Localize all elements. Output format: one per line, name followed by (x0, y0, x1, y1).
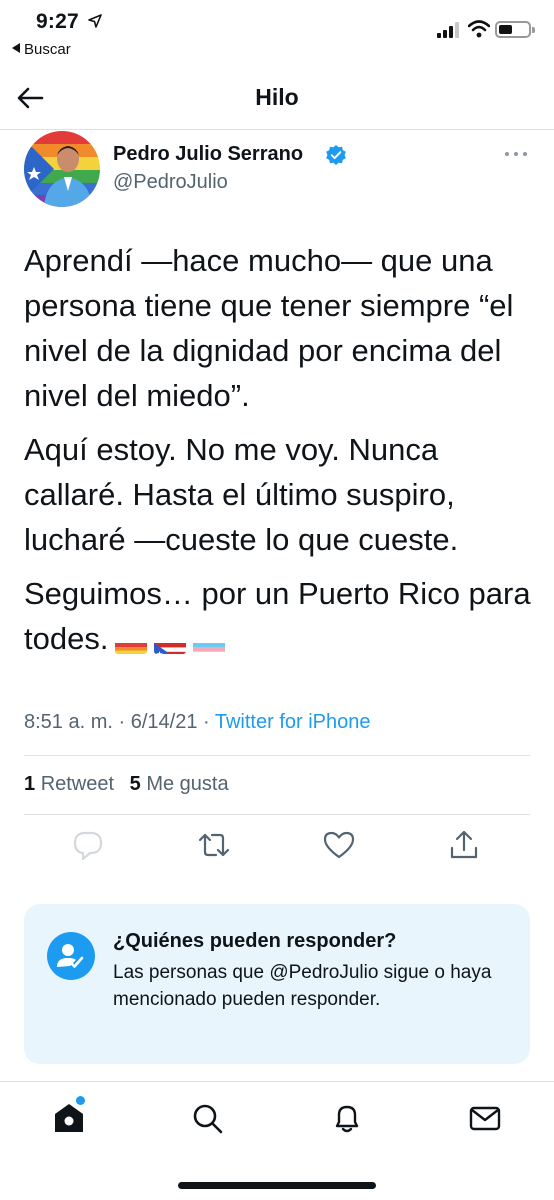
puerto-rico-flag-icon (154, 632, 187, 654)
notifications-icon[interactable] (330, 1101, 364, 1135)
status-time: 9:27 (36, 10, 79, 33)
page-title: Hilo (255, 84, 299, 110)
mentioned-user-icon (47, 932, 95, 980)
who-can-reply-card: ¿Quiénes pueden responder? Las personas … (24, 904, 530, 1064)
verified-badge-icon (326, 145, 346, 165)
bottom-tab-bar (0, 1081, 554, 1200)
share-icon[interactable] (447, 828, 481, 862)
emoji-flags (108, 618, 226, 663)
tweet-text: Aprendí —hace mucho— que una persona tie… (24, 238, 534, 672)
divider (24, 755, 530, 756)
author-name[interactable]: Pedro Julio Serrano (113, 143, 303, 166)
retweet-label: Retweet (40, 773, 115, 795)
back-triangle-icon (12, 43, 20, 53)
reply-card-description: Las personas que @PedroJulio sigue o hay… (113, 962, 492, 1010)
home-icon[interactable] (52, 1101, 86, 1135)
tweet-paragraph-text: Seguimos… por un Puerto Rico para todes. (24, 576, 531, 656)
retweet-count: 1 (24, 773, 36, 795)
battery-icon (495, 21, 535, 38)
likes-stat[interactable]: 5 Me gusta (130, 773, 229, 795)
rainbow-flag-icon (115, 632, 148, 654)
wifi-icon (468, 20, 490, 38)
new-content-dot (76, 1096, 85, 1105)
location-arrow-icon (88, 14, 102, 28)
author-handle[interactable]: @PedroJulio (113, 171, 228, 194)
retweet-icon[interactable] (197, 828, 231, 862)
messages-icon[interactable] (468, 1101, 502, 1135)
tweet-paragraph: Aquí estoy. No me voy. Nunca callaré. Ha… (24, 432, 459, 557)
transgender-flag-icon (193, 632, 226, 654)
retweets-stat[interactable]: 1 Retweet (24, 773, 114, 795)
tweet-paragraph: Aprendí —hace mucho— que una persona tie… (24, 243, 514, 413)
tweet-time[interactable]: 8:51 a. m. (24, 711, 113, 733)
reply-icon[interactable] (71, 828, 105, 862)
back-app-label: Buscar (24, 41, 71, 58)
home-indicator[interactable] (178, 1182, 376, 1189)
like-count: 5 (129, 773, 141, 795)
status-bar: 9:27 Buscar (0, 0, 554, 64)
more-options-icon[interactable] (503, 148, 529, 160)
divider (24, 814, 530, 815)
top-navigation-bar: Hilo (0, 64, 554, 130)
like-icon[interactable] (322, 828, 356, 862)
tweet-source-link[interactable]: Twitter for iPhone (215, 711, 371, 733)
author-avatar[interactable] (24, 131, 100, 207)
tweet-paragraph: Seguimos… por un Puerto Rico para todes. (24, 571, 534, 663)
tweet-date[interactable]: 6/14/21 (131, 711, 198, 733)
tweet-timestamp-line: 8:51 a. m. · 6/14/21 · Twitter for iPhon… (24, 711, 371, 733)
reply-card-title: ¿Quiénes pueden responder? (113, 930, 397, 952)
cellular-signal-icon (437, 22, 459, 38)
like-label: Me gusta (146, 773, 229, 795)
tweet-stats: 1 Retweet 5 Me gusta (24, 773, 229, 796)
back-to-app-link[interactable]: Buscar (12, 41, 71, 58)
search-icon[interactable] (190, 1101, 224, 1135)
